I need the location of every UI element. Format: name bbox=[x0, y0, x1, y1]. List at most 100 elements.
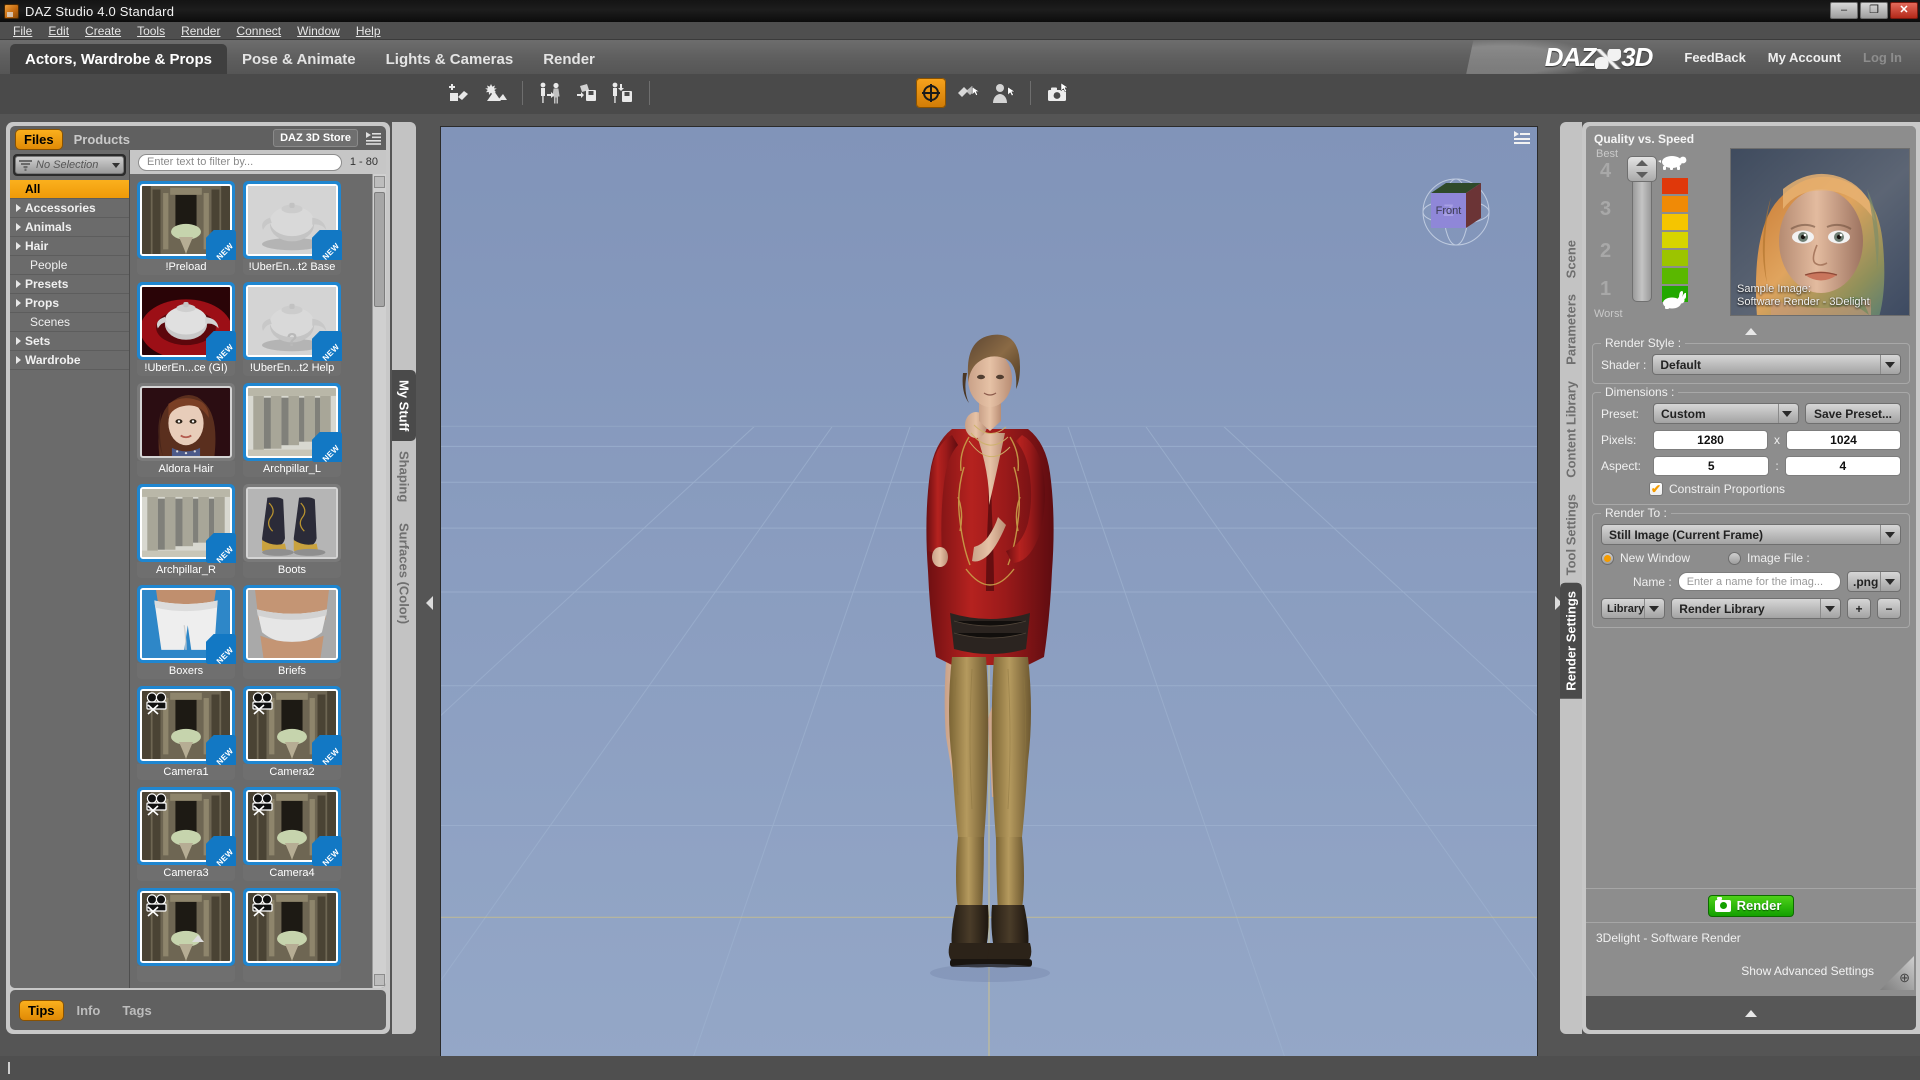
pixels-width-input[interactable]: 1280 bbox=[1653, 430, 1768, 450]
asset-cell[interactable]: ? NEW !UberEn...t2 Help bbox=[243, 282, 341, 376]
tab-info[interactable]: Info bbox=[69, 1001, 109, 1020]
camera-tool-icon[interactable] bbox=[1043, 78, 1073, 108]
vtab-my-stuff[interactable]: My Stuff bbox=[392, 370, 416, 442]
asset-thumbnail[interactable]: NEW bbox=[137, 282, 235, 361]
rvtab-tool-settings[interactable]: Tool Settings bbox=[1560, 486, 1582, 583]
tab-pose-animate[interactable]: Pose & Animate bbox=[227, 44, 371, 74]
viewport-menu-icon[interactable] bbox=[1513, 131, 1531, 147]
panel-options-icon[interactable] bbox=[364, 129, 382, 147]
asset-cell[interactable]: NEW Camera3 bbox=[137, 787, 235, 881]
asset-cell[interactable]: Aldora Hair bbox=[137, 383, 235, 477]
quality-slider-handle[interactable] bbox=[1627, 156, 1657, 182]
render-button[interactable]: Render bbox=[1707, 894, 1795, 917]
chevron-down-icon[interactable] bbox=[112, 162, 120, 168]
viewport-left-splitter-arrow[interactable] bbox=[426, 596, 433, 610]
asset-cell[interactable]: NEW Boxers bbox=[137, 585, 235, 679]
tab-lights-cameras[interactable]: Lights & Cameras bbox=[371, 44, 529, 74]
asset-cell[interactable]: NEW Camera2 bbox=[243, 686, 341, 780]
menu-window[interactable]: Window bbox=[290, 23, 347, 39]
panel-collapse-arrow[interactable] bbox=[192, 935, 204, 942]
daz-3d-store-button[interactable]: DAZ 3D Store bbox=[273, 129, 358, 147]
filter-input[interactable]: Enter text to filter by... bbox=[138, 153, 342, 171]
tab-products[interactable]: Products bbox=[66, 130, 138, 149]
asset-cell[interactable] bbox=[243, 888, 341, 982]
tab-tips[interactable]: Tips bbox=[20, 1000, 63, 1020]
magnifier-plus-icon[interactable]: ⊕ bbox=[1880, 956, 1914, 990]
category-props[interactable]: Props bbox=[10, 294, 129, 313]
view-orientation-cube[interactable]: Z Front bbox=[1413, 169, 1499, 255]
asset-cell[interactable]: NEW Camera4 bbox=[243, 787, 341, 881]
scroll-down-arrow[interactable] bbox=[374, 974, 385, 986]
tab-render[interactable]: Render bbox=[528, 44, 610, 74]
save-shape-icon[interactable] bbox=[571, 78, 601, 108]
render-library-dropdown[interactable]: Render Library bbox=[1671, 598, 1841, 619]
menu-help[interactable]: Help bbox=[349, 23, 388, 39]
asset-thumbnail[interactable] bbox=[243, 585, 341, 663]
category-presets[interactable]: Presets bbox=[10, 275, 129, 294]
3d-viewport[interactable]: Z Front bbox=[440, 126, 1538, 1066]
menu-tools[interactable]: Tools bbox=[130, 23, 172, 39]
close-button[interactable]: ✕ bbox=[1890, 2, 1918, 19]
menu-create[interactable]: Create bbox=[78, 23, 128, 39]
asset-thumbnail[interactable]: NEW bbox=[243, 383, 341, 462]
asset-cell[interactable]: NEW Camera1 bbox=[137, 686, 235, 780]
asset-thumbnail[interactable]: NEW bbox=[243, 686, 341, 765]
shader-dropdown[interactable]: Default bbox=[1652, 354, 1901, 375]
node-selection-icon[interactable] bbox=[988, 78, 1018, 108]
character-figure[interactable] bbox=[824, 317, 1154, 1017]
menu-render[interactable]: Render bbox=[174, 23, 227, 39]
log-in-link[interactable]: Log In bbox=[1863, 50, 1902, 65]
aspect-width-input[interactable]: 5 bbox=[1653, 456, 1770, 476]
asset-cell[interactable]: NEW !UberEn...ce (GI) bbox=[137, 282, 235, 376]
new-window-radio[interactable] bbox=[1601, 551, 1614, 565]
tab-tags[interactable]: Tags bbox=[114, 1001, 159, 1020]
asset-thumbnail[interactable]: NEW bbox=[137, 484, 235, 563]
save-figure-icon[interactable] bbox=[607, 78, 637, 108]
add-primitive-icon[interactable] bbox=[444, 78, 474, 108]
scroll-up-arrow[interactable] bbox=[374, 176, 385, 188]
asset-cell[interactable]: Boots bbox=[243, 484, 341, 578]
constrain-proportions-checkbox[interactable]: ✔ bbox=[1649, 482, 1663, 496]
category-wardrobe[interactable]: Wardrobe bbox=[10, 351, 129, 370]
asset-cell[interactable] bbox=[137, 888, 235, 982]
menu-edit[interactable]: Edit bbox=[41, 23, 76, 39]
tab-actors-wardrobe-props[interactable]: Actors, Wardrobe & Props bbox=[10, 44, 227, 74]
add-environment-icon[interactable] bbox=[480, 78, 510, 108]
surface-selection-icon[interactable] bbox=[952, 78, 982, 108]
asset-cell[interactable]: NEW !Preload bbox=[137, 181, 235, 275]
pixels-height-input[interactable]: 1024 bbox=[1786, 430, 1901, 450]
minimize-button[interactable]: – bbox=[1830, 2, 1858, 19]
asset-thumbnail[interactable] bbox=[243, 888, 341, 966]
asset-thumbnail[interactable] bbox=[137, 888, 235, 966]
image-name-input[interactable]: Enter a name for the imag... bbox=[1677, 572, 1841, 591]
image-format-dropdown[interactable]: .png bbox=[1847, 571, 1901, 592]
category-hair[interactable]: Hair bbox=[10, 237, 129, 256]
asset-thumbnail[interactable]: NEW bbox=[243, 181, 341, 260]
save-preset-button[interactable]: Save Preset... bbox=[1804, 403, 1901, 424]
rvtab-parameters[interactable]: Parameters bbox=[1560, 286, 1582, 373]
rvtab-content-library[interactable]: Content Library bbox=[1560, 373, 1582, 486]
asset-cell[interactable]: NEW !UberEn...t2 Base bbox=[243, 181, 341, 275]
maximize-button[interactable]: ❐ bbox=[1860, 2, 1888, 19]
category-accessories[interactable]: Accessories bbox=[10, 199, 129, 218]
show-advanced-settings-link[interactable]: Show Advanced Settings bbox=[1741, 964, 1874, 978]
rvtab-scene[interactable]: Scene bbox=[1560, 232, 1582, 286]
feedback-link[interactable]: FeedBack bbox=[1684, 50, 1745, 65]
vtab-shaping[interactable]: Shaping bbox=[392, 441, 416, 512]
preset-dropdown[interactable]: Custom bbox=[1653, 403, 1799, 424]
category-sets[interactable]: Sets bbox=[10, 332, 129, 351]
asset-cell[interactable]: NEW Archpillar_L bbox=[243, 383, 341, 477]
rvtab-render-settings[interactable]: Render Settings bbox=[1560, 583, 1582, 699]
add-library-button[interactable]: + bbox=[1847, 598, 1871, 619]
remove-library-button[interactable]: − bbox=[1877, 598, 1901, 619]
selection-filter-box[interactable]: No Selection bbox=[13, 154, 126, 176]
asset-thumbnail[interactable]: NEW bbox=[243, 787, 341, 866]
asset-cell[interactable]: Briefs bbox=[243, 585, 341, 679]
asset-thumbnail[interactable]: NEW bbox=[137, 585, 235, 664]
asset-thumbnail[interactable] bbox=[137, 383, 235, 461]
my-account-link[interactable]: My Account bbox=[1768, 50, 1841, 65]
asset-thumbnail[interactable]: NEW bbox=[137, 686, 235, 765]
image-file-radio[interactable] bbox=[1728, 551, 1742, 565]
library-dropdown[interactable]: Library bbox=[1601, 598, 1666, 619]
tab-files[interactable]: Files bbox=[16, 130, 62, 149]
